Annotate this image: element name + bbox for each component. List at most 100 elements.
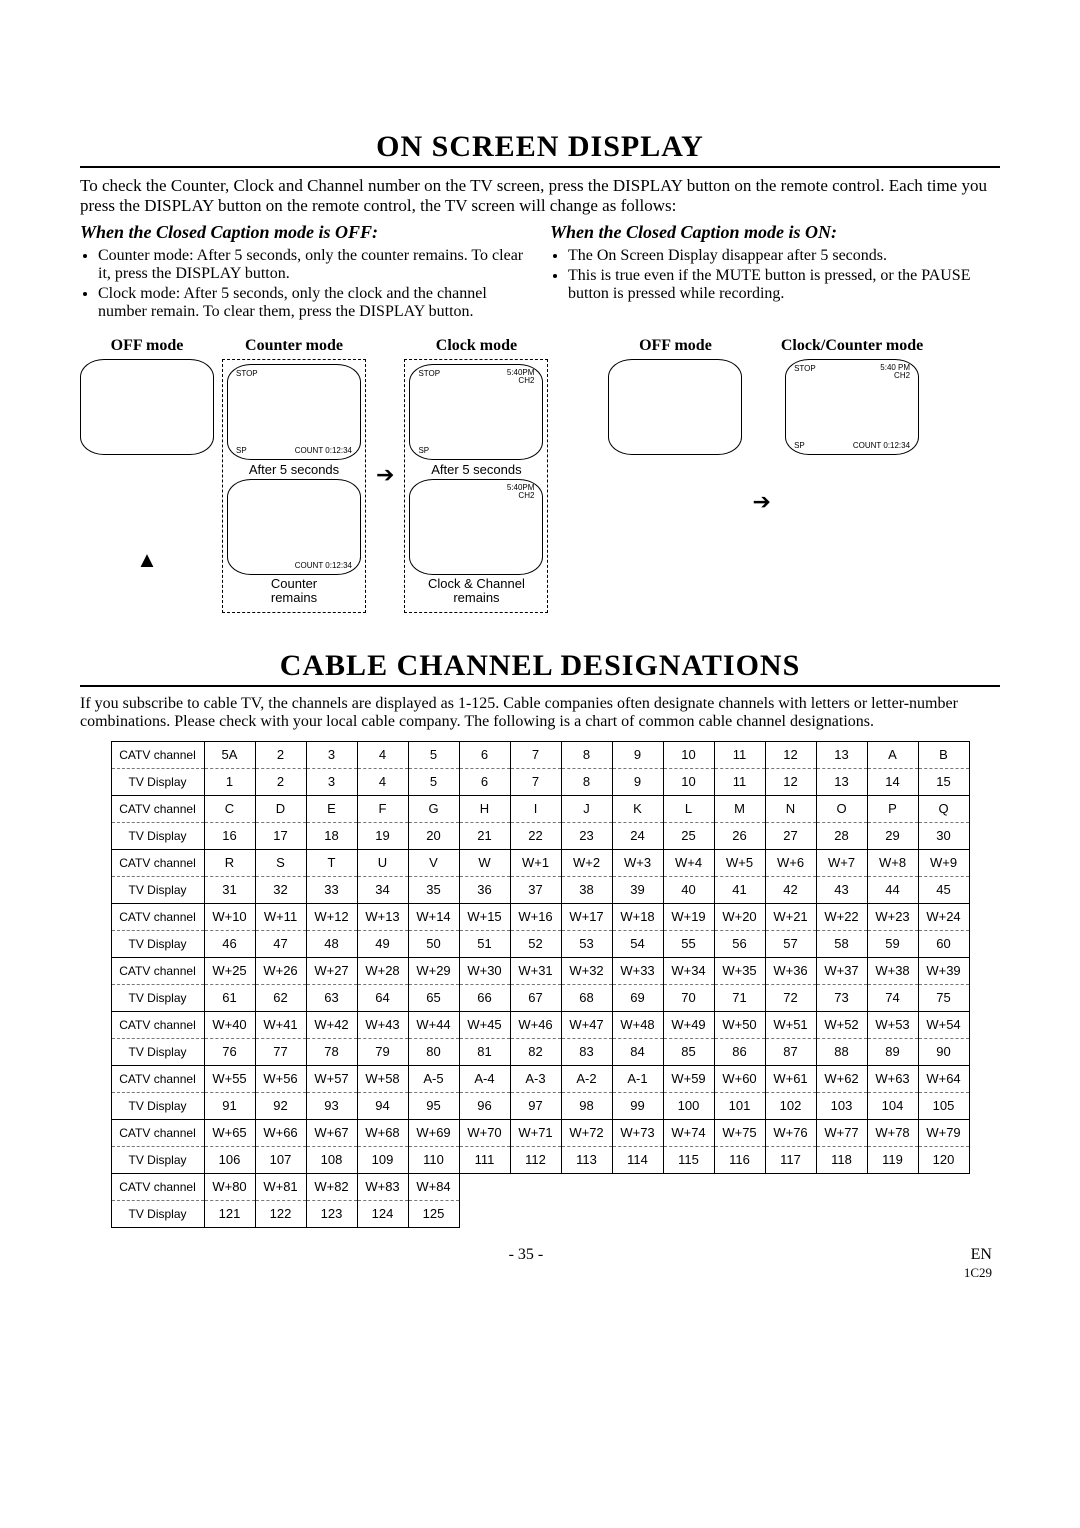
osd-intro: To check the Counter, Clock and Channel … xyxy=(80,176,1000,216)
catv-cell: W+72 xyxy=(561,1119,612,1146)
tvdisplay-cell: 48 xyxy=(306,930,357,957)
tvdisplay-cell: 115 xyxy=(663,1146,714,1173)
catv-cell: W+76 xyxy=(765,1119,816,1146)
catv-cell: W+4 xyxy=(663,849,714,876)
section-title-osd: ON SCREEN DISPLAY xyxy=(80,130,1000,168)
tvdisplay-cell: 46 xyxy=(204,930,255,957)
tvdisplay-cell: 43 xyxy=(816,876,867,903)
tvdisplay-cell: 116 xyxy=(714,1146,765,1173)
catv-row-label: CATV channel xyxy=(111,903,204,930)
catv-cell: W+10 xyxy=(204,903,255,930)
screen-sp-label: SP xyxy=(794,441,805,450)
clock-channel-remains-label: Clock & Channel remains xyxy=(409,577,543,606)
tvdisplay-cell: 88 xyxy=(816,1038,867,1065)
tvdisplay-cell: 5 xyxy=(408,768,459,795)
catv-cell: 3 xyxy=(306,741,357,768)
tvdisplay-cell: 49 xyxy=(357,930,408,957)
catv-cell: 5A xyxy=(204,741,255,768)
tvdisplay-cell: 94 xyxy=(357,1092,408,1119)
catv-cell: W+84 xyxy=(408,1173,459,1200)
catv-cell: E xyxy=(306,795,357,822)
tvdisplay-cell: 2 xyxy=(255,768,306,795)
catv-cell: 10 xyxy=(663,741,714,768)
tvdisplay-cell: 84 xyxy=(612,1038,663,1065)
cc-on-bullets: The On Screen Display disappear after 5 … xyxy=(550,247,1000,303)
cc-off-heading: When the Closed Caption mode is OFF: xyxy=(80,222,530,243)
screen-count-label: COUNT 0:12:34 xyxy=(295,446,352,455)
cc-on-bullet: The On Screen Display disappear after 5 … xyxy=(568,247,1000,265)
tvdisplay-cell: 58 xyxy=(816,930,867,957)
tvdisplay-cell: 75 xyxy=(918,984,969,1011)
catv-cell: W+26 xyxy=(255,957,306,984)
catv-cell: W+21 xyxy=(765,903,816,930)
tvdisplay-cell: 30 xyxy=(918,822,969,849)
tvdisplay-cell: 17 xyxy=(255,822,306,849)
catv-row-label: CATV channel xyxy=(111,849,204,876)
cc-on-heading: When the Closed Caption mode is ON: xyxy=(550,222,1000,243)
catv-cell: W+50 xyxy=(714,1011,765,1038)
tvdisplay-cell: 113 xyxy=(561,1146,612,1173)
tvdisplay-cell: 33 xyxy=(306,876,357,903)
catv-cell: F xyxy=(357,795,408,822)
tvdisplay-cell: 41 xyxy=(714,876,765,903)
tvdisplay-cell: 124 xyxy=(357,1200,408,1227)
tvdisplay-row-label: TV Display xyxy=(111,1146,204,1173)
cc-off-bullet: Counter mode: After 5 seconds, only the … xyxy=(98,247,530,283)
catv-cell: C xyxy=(204,795,255,822)
tvdisplay-cell: 50 xyxy=(408,930,459,957)
catv-row-label: CATV channel xyxy=(111,957,204,984)
screen-clock-full: STOP 5:40PMCH2 SP xyxy=(409,364,543,460)
page-number: - 35 - xyxy=(509,1246,544,1282)
label-clock-mode: Clock mode xyxy=(436,337,517,355)
catv-cell: W+53 xyxy=(867,1011,918,1038)
tvdisplay-cell: 67 xyxy=(510,984,561,1011)
tvdisplay-row-label: TV Display xyxy=(111,1092,204,1119)
tvdisplay-cell: 52 xyxy=(510,930,561,957)
screen-stop-label: STOP xyxy=(418,369,440,378)
catv-cell: W+9 xyxy=(918,849,969,876)
arrow-up-icon: ▲ xyxy=(136,549,158,571)
tvdisplay-cell: 106 xyxy=(204,1146,255,1173)
catv-cell: W+45 xyxy=(459,1011,510,1038)
catv-cell: W+81 xyxy=(255,1173,306,1200)
tvdisplay-cell: 60 xyxy=(918,930,969,957)
screen-clock-remains: 5:40PMCH2 xyxy=(409,479,543,575)
catv-cell: W+56 xyxy=(255,1065,306,1092)
tvdisplay-cell: 23 xyxy=(561,822,612,849)
tvdisplay-cell: 1 xyxy=(204,768,255,795)
catv-cell: W+48 xyxy=(612,1011,663,1038)
catv-cell: N xyxy=(765,795,816,822)
tvdisplay-cell: 73 xyxy=(816,984,867,1011)
counter-remains-label: Counter remains xyxy=(227,577,361,606)
catv-cell: W+19 xyxy=(663,903,714,930)
tvdisplay-cell: 64 xyxy=(357,984,408,1011)
catv-cell: 13 xyxy=(816,741,867,768)
tvdisplay-cell: 29 xyxy=(867,822,918,849)
tvdisplay-cell: 61 xyxy=(204,984,255,1011)
tvdisplay-cell: 76 xyxy=(204,1038,255,1065)
screen-stop-label: STOP xyxy=(794,364,816,373)
catv-cell: A-3 xyxy=(510,1065,561,1092)
tvdisplay-cell: 11 xyxy=(714,768,765,795)
catv-cell: W+13 xyxy=(357,903,408,930)
catv-cell: W+64 xyxy=(918,1065,969,1092)
catv-cell: W+35 xyxy=(714,957,765,984)
tvdisplay-cell: 28 xyxy=(816,822,867,849)
catv-cell: W+36 xyxy=(765,957,816,984)
osd-diagram-row: OFF mode ▲ Counter mode STOP SP COUNT 0:… xyxy=(80,337,1000,613)
screen-stop-label: STOP xyxy=(236,369,258,378)
catv-cell: W+5 xyxy=(714,849,765,876)
catv-cell: W+1 xyxy=(510,849,561,876)
tvdisplay-cell: 36 xyxy=(459,876,510,903)
catv-cell: W+75 xyxy=(714,1119,765,1146)
catv-cell: G xyxy=(408,795,459,822)
tvdisplay-cell: 112 xyxy=(510,1146,561,1173)
label-off-mode: OFF mode xyxy=(111,337,184,355)
catv-cell: W+61 xyxy=(765,1065,816,1092)
tvdisplay-row-label: TV Display xyxy=(111,984,204,1011)
catv-cell: W+14 xyxy=(408,903,459,930)
tvdisplay-cell: 121 xyxy=(204,1200,255,1227)
tvdisplay-row-label: TV Display xyxy=(111,1038,204,1065)
catv-cell: W+78 xyxy=(867,1119,918,1146)
tvdisplay-row-label: TV Display xyxy=(111,930,204,957)
